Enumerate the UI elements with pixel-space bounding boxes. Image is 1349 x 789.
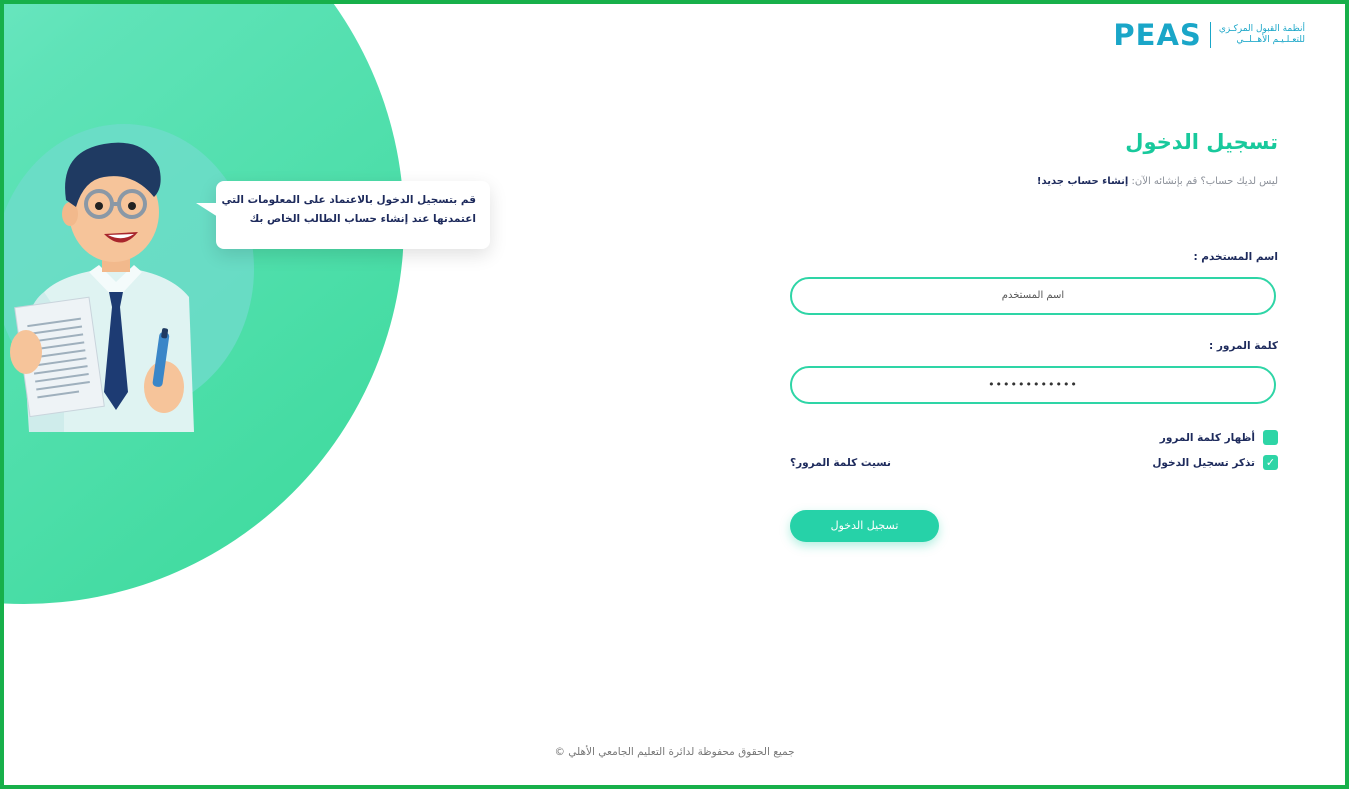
logo-divider (1209, 22, 1211, 48)
logo-subtitle: أنظمة القبول المركـزي للتعـلـيـم الأهــل… (1219, 24, 1305, 46)
remember-me-label: تذكر تسجيل الدخول (1152, 456, 1255, 469)
logo-subtitle-line-1: أنظمة القبول المركـزي (1218, 24, 1305, 34)
speech-bubble: قم بتسجيل الدخول بالاعتماد على المعلومات… (196, 181, 490, 249)
username-label: اسم المستخدم : (1193, 251, 1278, 263)
brand-logo: PEAS أنظمة القبول المركـزي للتعـلـيـم ال… (1113, 18, 1305, 52)
signup-prompt: ليس لديك حساب؟ قم بإنشائه الآن: إنشاء حس… (1037, 176, 1278, 187)
username-input[interactable]: اسم المستخدم (790, 277, 1276, 315)
logo-subtitle-line-2: للتعـلـيـم الأهــلــي (1236, 35, 1305, 45)
create-account-link[interactable]: إنشاء حساب جديد! (1037, 176, 1128, 187)
login-button[interactable]: تسجيل الدخول (790, 510, 939, 542)
forgot-password-link[interactable]: نسيت كلمة المرور؟ (790, 457, 891, 469)
footer-copyright: جميع الحقوق محفوظة لدائرة التعليم الجامع… (554, 746, 795, 758)
show-password-option[interactable]: أظهار كلمة المرور (1160, 430, 1278, 445)
page-frame: قم بتسجيل الدخول بالاعتماد على المعلومات… (0, 0, 1349, 789)
signup-prompt-text: ليس لديك حساب؟ قم بإنشائه الآن: (1131, 176, 1278, 187)
show-password-checkbox[interactable] (1263, 430, 1278, 445)
logo-wordmark: PEAS (1113, 18, 1202, 52)
character-illustration (10, 142, 194, 432)
remember-me-checkbox[interactable]: ✓ (1263, 455, 1278, 470)
show-password-label: أظهار كلمة المرور (1159, 431, 1255, 444)
page-title: تسجيل الدخول (1125, 130, 1278, 154)
speech-bubble-line-2: اعتمدتها عند إنشاء حساب الطالب الخاص بك (249, 213, 476, 225)
speech-bubble-line-1: قم بتسجيل الدخول بالاعتماد على المعلومات… (221, 194, 477, 206)
checkmark-icon: ✓ (1265, 456, 1276, 469)
remember-me-option[interactable]: ✓ تذكر تسجيل الدخول (1152, 455, 1278, 470)
password-input[interactable]: •••••••••••• (790, 366, 1276, 404)
password-label: كلمة المرور : (1209, 340, 1278, 352)
